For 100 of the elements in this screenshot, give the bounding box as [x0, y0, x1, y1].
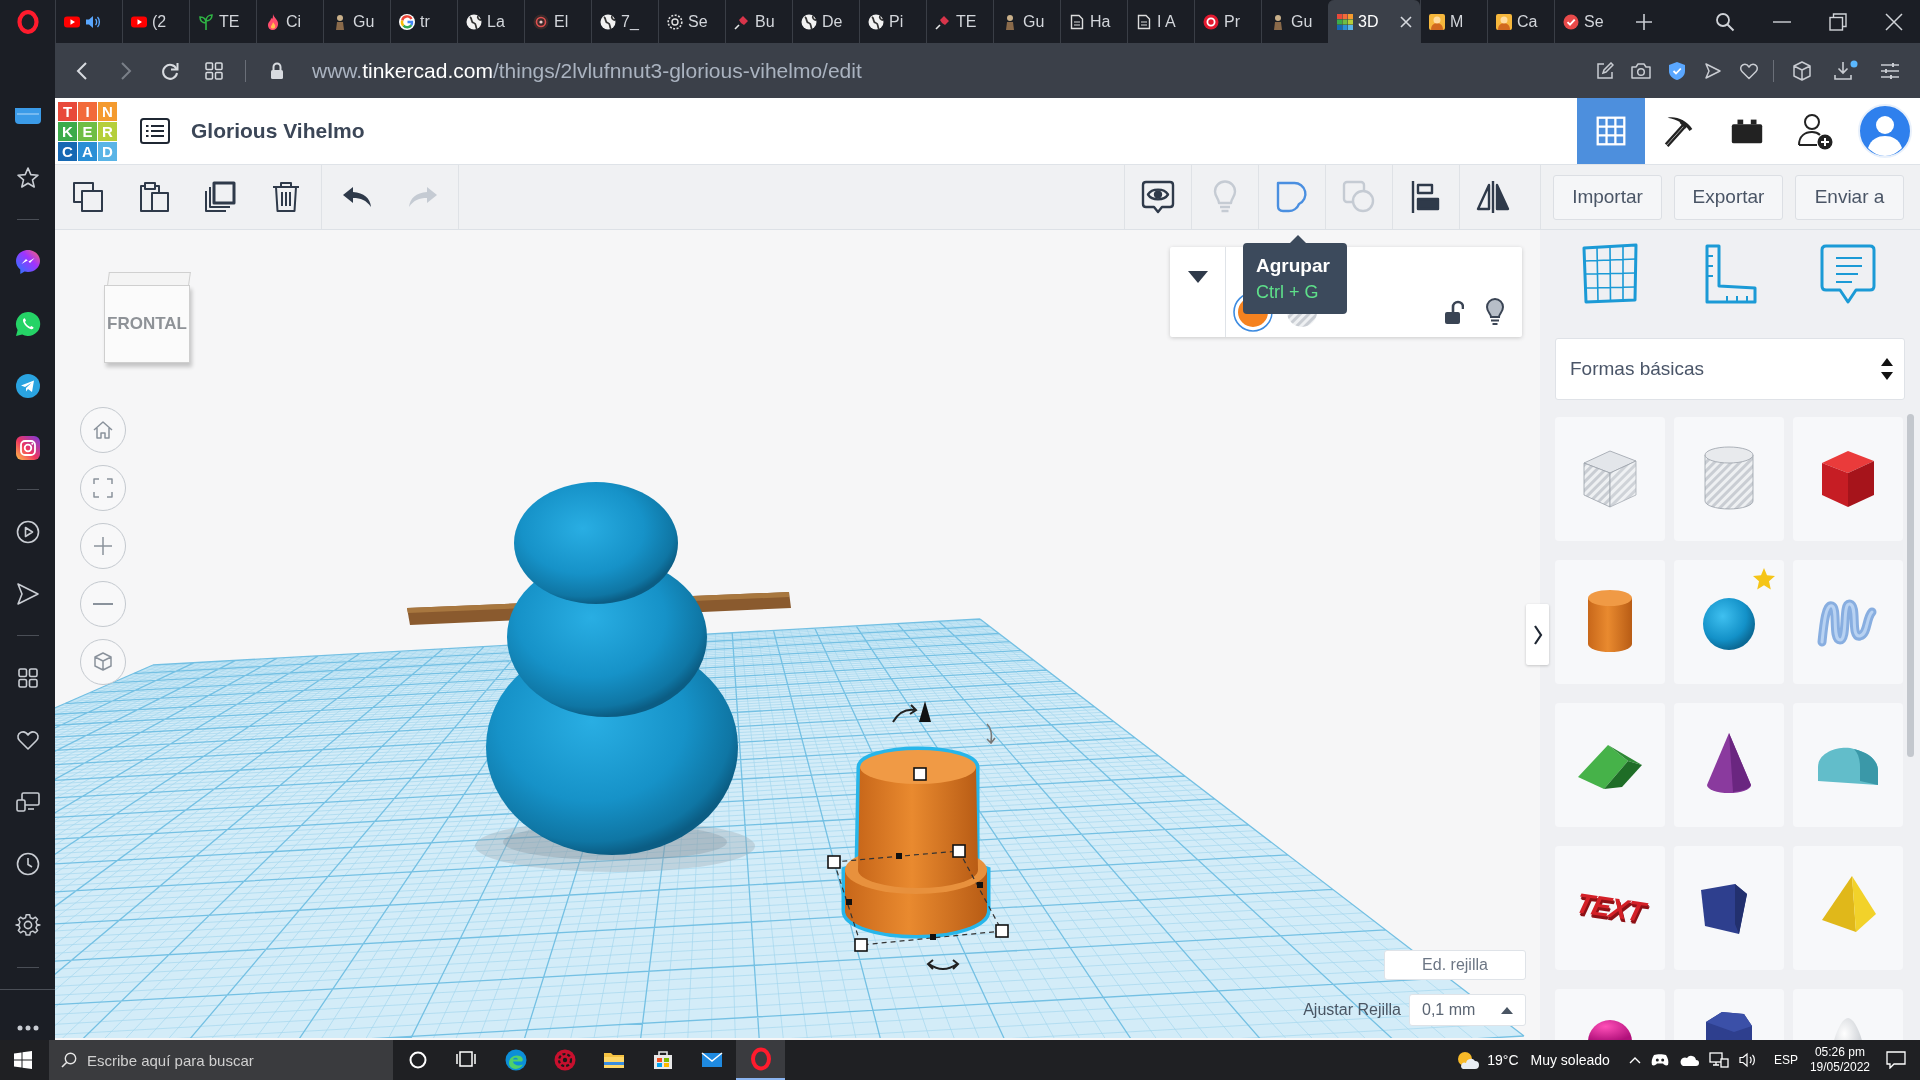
- chevron-up-icon[interactable]: [1628, 1056, 1641, 1064]
- duplicate-icon[interactable]: [204, 181, 236, 213]
- chevron-right-icon[interactable]: [120, 60, 132, 81]
- eye-bubble-icon[interactable]: [1140, 179, 1176, 215]
- shape-tile[interactable]: [1674, 846, 1784, 970]
- minimize-icon[interactable]: [1773, 20, 1791, 23]
- app-tile-icon[interactable]: [14, 108, 41, 124]
- avatar-icon[interactable]: [1857, 104, 1912, 158]
- shape-tile[interactable]: [1674, 560, 1784, 684]
- reload-icon[interactable]: [160, 60, 180, 81]
- rotate-handle[interactable]: [927, 959, 959, 970]
- pen-box-icon[interactable]: [1596, 61, 1614, 80]
- clock-time[interactable]: 05:26 pm: [1814, 1045, 1865, 1060]
- shape-tile[interactable]: [1555, 703, 1665, 827]
- shape-tile[interactable]: [1674, 703, 1784, 827]
- cube-icon[interactable]: [1793, 60, 1811, 81]
- caret-down-icon[interactable]: [1187, 271, 1208, 283]
- close-icon[interactable]: [1885, 12, 1903, 31]
- snap-grid-dropdown[interactable]: 0,1 mm: [1409, 994, 1526, 1026]
- panel-toggle[interactable]: [1526, 604, 1549, 665]
- search-field[interactable]: Escribe aquí para buscar: [49, 1040, 393, 1080]
- network-icon[interactable]: [1708, 1052, 1729, 1068]
- star-icon[interactable]: [1752, 567, 1776, 591]
- sun-cloud-icon[interactable]: [1455, 1050, 1480, 1070]
- browser-tab[interactable]: 3D: [1328, 0, 1420, 43]
- paper-plane-icon[interactable]: [14, 373, 41, 399]
- shape-tile[interactable]: TEXT: [1555, 846, 1665, 970]
- trash-icon[interactable]: [270, 181, 302, 213]
- star-icon[interactable]: [14, 165, 41, 191]
- resize-handle[interactable]: [952, 844, 966, 858]
- search-icon[interactable]: [1715, 11, 1735, 32]
- four-panes-icon[interactable]: [14, 1051, 32, 1069]
- close-icon[interactable]: [1400, 15, 1412, 28]
- group-icon[interactable]: [1274, 179, 1310, 215]
- resize-handle[interactable]: [913, 767, 927, 781]
- monitor-icon[interactable]: [14, 789, 41, 815]
- lock-icon[interactable]: [270, 61, 284, 80]
- shape-tile[interactable]: [1555, 417, 1665, 541]
- shape-tile[interactable]: [1793, 703, 1903, 827]
- phone-bubble-icon[interactable]: [14, 311, 41, 337]
- restore-icon[interactable]: [1829, 12, 1847, 31]
- speaker-icon[interactable]: [1738, 1052, 1757, 1068]
- scrollbar[interactable]: [1907, 414, 1914, 757]
- more-icon[interactable]: [16, 1025, 39, 1031]
- midpoint-handle[interactable]: [846, 899, 852, 905]
- ring-logo-icon[interactable]: [16, 9, 39, 34]
- weather-text[interactable]: Muy soleado: [1530, 1052, 1610, 1068]
- lightbulb-icon[interactable]: [1484, 298, 1506, 326]
- shape-tile[interactable]: [1793, 417, 1903, 541]
- clipboard-icon[interactable]: [138, 181, 170, 213]
- toolbar-button[interactable]: Enviar a: [1795, 174, 1904, 220]
- grid-icon[interactable]: [205, 61, 223, 80]
- plus-icon[interactable]: [1635, 12, 1653, 31]
- shield-icon[interactable]: [1668, 60, 1686, 81]
- midpoint-handle[interactable]: [896, 853, 902, 859]
- clock-icon[interactable]: [14, 851, 41, 877]
- shape-tile[interactable]: [1555, 560, 1665, 684]
- view-control-button[interactable]: [80, 639, 126, 685]
- resize-handle[interactable]: [854, 938, 868, 952]
- toolbar-button[interactable]: Exportar: [1674, 174, 1783, 220]
- notes-icon[interactable]: [1818, 242, 1878, 306]
- midpoint-handle[interactable]: [930, 934, 936, 940]
- chevron-left-icon[interactable]: [76, 60, 88, 81]
- height-handle[interactable]: [919, 701, 931, 722]
- copy-icon[interactable]: [72, 181, 104, 213]
- mirror-icon[interactable]: [1475, 179, 1511, 215]
- temperature-text[interactable]: 19°C: [1487, 1052, 1519, 1068]
- heart-icon[interactable]: [1739, 61, 1759, 80]
- shape-tile[interactable]: [1793, 846, 1903, 970]
- clock-date[interactable]: 19/05/2022: [1809, 1060, 1870, 1075]
- workplane-grid-icon[interactable]: [1580, 242, 1640, 306]
- undo-icon[interactable]: [341, 185, 373, 209]
- notification-icon[interactable]: [1886, 1051, 1906, 1069]
- rotate-handle[interactable]: [986, 723, 996, 744]
- sliders-icon[interactable]: [1880, 61, 1900, 80]
- rotate-handle[interactable]: [892, 704, 917, 723]
- download-icon[interactable]: [1834, 59, 1858, 82]
- shape-tile[interactable]: [1793, 560, 1903, 684]
- speaker-icon[interactable]: [85, 13, 101, 30]
- edit-grid-button[interactable]: Ed. rejilla: [1384, 950, 1526, 980]
- cloud-icon[interactable]: [1678, 1054, 1699, 1066]
- send-icon[interactable]: [1704, 61, 1722, 80]
- padlock-icon[interactable]: [1444, 300, 1464, 326]
- settings-icon[interactable]: [14, 913, 41, 939]
- design-title[interactable]: Glorious Vihelmo: [191, 119, 365, 143]
- toolbar-button[interactable]: Importar: [1553, 174, 1662, 220]
- resize-handle[interactable]: [827, 855, 841, 869]
- shape-tile[interactable]: [1674, 417, 1784, 541]
- list-icon[interactable]: [140, 118, 170, 144]
- camera-icon[interactable]: [14, 435, 41, 461]
- shape-library-dropdown[interactable]: Formas básicas: [1555, 338, 1905, 400]
- send-icon[interactable]: [14, 581, 41, 607]
- snowman-drawing[interactable]: [407, 482, 791, 872]
- language-indicator[interactable]: ESP: [1773, 1053, 1798, 1067]
- resize-handle[interactable]: [995, 924, 1009, 938]
- play-circle-icon[interactable]: [14, 519, 41, 545]
- url-field[interactable]: www.tinkercad.com/things/2lvlufnnut3-glorious-vihelmo/edit: [312, 58, 862, 83]
- camera-icon[interactable]: [1631, 61, 1651, 80]
- add-user-icon[interactable]: [1795, 111, 1835, 151]
- chat-bubble-icon[interactable]: [14, 249, 41, 275]
